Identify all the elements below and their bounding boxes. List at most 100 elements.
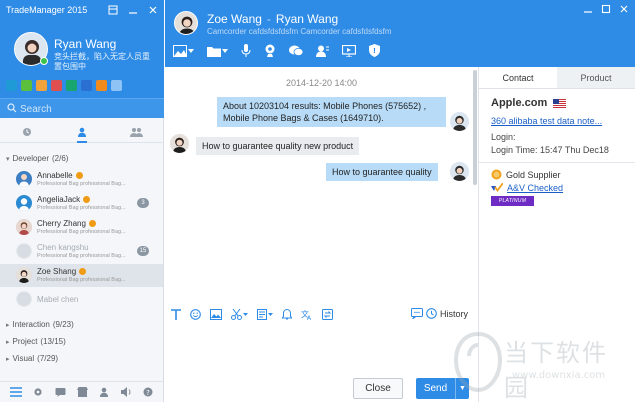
contact-item[interactable]: Annabelle Professional Bag professional … xyxy=(0,168,163,191)
store-icon[interactable] xyxy=(76,387,88,397)
contact-signature: Professional Bag professional Bag... xyxy=(37,205,126,211)
svg-text:?: ? xyxy=(146,389,150,397)
menu-icon[interactable] xyxy=(9,387,22,397)
message-bubble-incoming[interactable]: How to guarantee quality new product xyxy=(196,137,360,155)
microphone-icon[interactable] xyxy=(241,44,251,57)
group-label: Project xyxy=(12,337,38,346)
peer-signature: Camcorder cafdsfdsfdsfm Camcorder cafdsf… xyxy=(207,27,392,36)
scissors-icon[interactable] xyxy=(231,309,248,320)
group-count: (13/15) xyxy=(40,337,66,346)
minimize-icon[interactable] xyxy=(126,3,140,17)
login-time: Login Time: 15:47 Thu Dec18 xyxy=(491,145,609,155)
history-button[interactable]: History xyxy=(410,308,468,319)
video-icon[interactable] xyxy=(264,44,276,57)
clock-icon xyxy=(426,308,437,319)
message-center-icon[interactable] xyxy=(55,387,66,397)
my-signature[interactable]: 竞头拦截，陷入无定人员重置包围中 xyxy=(54,52,156,72)
close-icon[interactable] xyxy=(146,3,160,17)
message-input[interactable] xyxy=(165,326,478,372)
peer-company: Ryan Wang xyxy=(275,12,339,26)
contact-avatar xyxy=(16,171,32,187)
info-body: Apple.com 360 alibaba test data note... … xyxy=(479,89,635,214)
collapse-icon: ▸ xyxy=(6,355,10,363)
remote-desktop-icon[interactable] xyxy=(342,44,356,57)
message-list[interactable]: 2014-12-20 14:00 About 10203104 results:… xyxy=(165,67,478,303)
peer-avatar[interactable] xyxy=(174,11,198,35)
gold-supplier-label: Gold Supplier xyxy=(506,169,561,180)
chat-record-icon xyxy=(410,308,423,319)
skin-icon[interactable] xyxy=(106,3,120,17)
group-project[interactable]: ▸ Project (13/15) xyxy=(6,337,66,346)
contact-avatar-offline xyxy=(16,243,32,259)
company-link[interactable]: 360 alibaba test data note... xyxy=(491,116,623,126)
help-icon[interactable]: ? xyxy=(143,387,153,397)
message-bubble-outgoing[interactable]: How to guarantee quality xyxy=(326,163,438,181)
contact-avatar xyxy=(16,195,32,211)
tab-recent[interactable] xyxy=(0,121,55,142)
app-shortcut-icon[interactable] xyxy=(66,80,77,91)
peer-name-line: Zoe Wang - Ryan Wang xyxy=(207,12,338,26)
app-shortcut-icon[interactable] xyxy=(36,80,47,91)
app-shortcut-icon[interactable] xyxy=(51,80,62,91)
message-bubble-outgoing[interactable]: About 10203104 results: Mobile Phones (5… xyxy=(217,97,446,127)
window-controls xyxy=(106,3,160,17)
close-icon[interactable] xyxy=(619,4,629,14)
bottom-toolbar: ? xyxy=(0,381,163,402)
my-message-avatar[interactable] xyxy=(450,162,469,181)
app-shortcut-icon[interactable] xyxy=(6,80,17,91)
group-label: Developer xyxy=(12,154,49,163)
message-scrollbar[interactable] xyxy=(473,70,477,185)
transfer-icon[interactable] xyxy=(322,309,333,320)
image-icon[interactable] xyxy=(210,309,222,320)
search-icon xyxy=(7,103,17,113)
contact-item[interactable]: Chen kangshu Professional Bag profession… xyxy=(0,240,163,263)
contact-item[interactable]: AngeliaJack Professional Bag professiona… xyxy=(0,192,163,215)
translate-icon[interactable]: 文A xyxy=(301,309,313,320)
contact-signature: Professional Bag professional Bag... xyxy=(37,181,126,187)
av-checked-icon xyxy=(491,183,503,193)
search-input[interactable] xyxy=(20,101,156,117)
gold-supplier-icon xyxy=(491,169,502,180)
group-chat-icon[interactable] xyxy=(289,45,303,57)
contact-name: AngeliaJack xyxy=(37,195,91,204)
contact-item[interactable]: Mabel chen xyxy=(0,288,163,311)
history-label: History xyxy=(439,308,468,319)
group-visual[interactable]: ▸ Visual (7/29) xyxy=(6,354,58,363)
contact-name: Zoe Shang xyxy=(37,267,87,276)
screenshot-icon[interactable] xyxy=(173,44,194,57)
app-shortcut-icon[interactable] xyxy=(96,80,107,91)
gold-badge-icon xyxy=(83,196,91,203)
group-developer[interactable]: ▾ Developer (2/6) xyxy=(6,154,68,163)
unread-count-badge: 3 xyxy=(137,198,149,208)
font-icon[interactable] xyxy=(171,309,181,320)
av-checked-badge[interactable]: A&V Checked xyxy=(491,183,623,193)
my-message-avatar[interactable] xyxy=(450,112,469,131)
tab-product[interactable]: Product xyxy=(557,67,635,88)
app-shortcut-icon[interactable] xyxy=(21,80,32,91)
settings-icon[interactable] xyxy=(33,387,43,397)
peer-message-avatar[interactable] xyxy=(170,134,189,153)
profile-header: TradeManager 2015 Ryan Wang 竞头拦截，陷入无定人员重… xyxy=(0,0,164,118)
app-shortcuts xyxy=(6,80,122,91)
add-contact-icon[interactable] xyxy=(99,387,109,397)
group-interaction[interactable]: ▸ Interaction (9/23) xyxy=(6,320,74,329)
add-app-icon[interactable] xyxy=(111,80,122,91)
contact-item-selected[interactable]: Zoe Shang Professional Bag professional … xyxy=(0,264,163,287)
emoji-icon[interactable] xyxy=(190,309,201,320)
online-status-badge xyxy=(40,57,48,65)
app-shortcut-icon[interactable] xyxy=(81,80,92,91)
contact-card-icon[interactable] xyxy=(316,45,329,57)
close-button[interactable]: Close xyxy=(353,378,403,399)
tab-contacts[interactable] xyxy=(55,121,110,143)
security-shield-icon[interactable]: ! xyxy=(369,44,380,57)
bell-icon[interactable] xyxy=(282,309,292,320)
quick-phrase-icon[interactable] xyxy=(257,309,273,320)
folder-icon[interactable] xyxy=(207,45,228,57)
tab-contact[interactable]: Contact xyxy=(479,67,557,88)
contact-item[interactable]: Cherry Zhang Professional Bag profession… xyxy=(0,216,163,239)
watermark-url: www.downxia.com xyxy=(512,370,606,381)
tab-groups[interactable] xyxy=(109,121,164,142)
sound-icon[interactable] xyxy=(120,387,132,397)
minimize-icon[interactable] xyxy=(583,4,593,14)
maximize-icon[interactable] xyxy=(601,4,611,14)
